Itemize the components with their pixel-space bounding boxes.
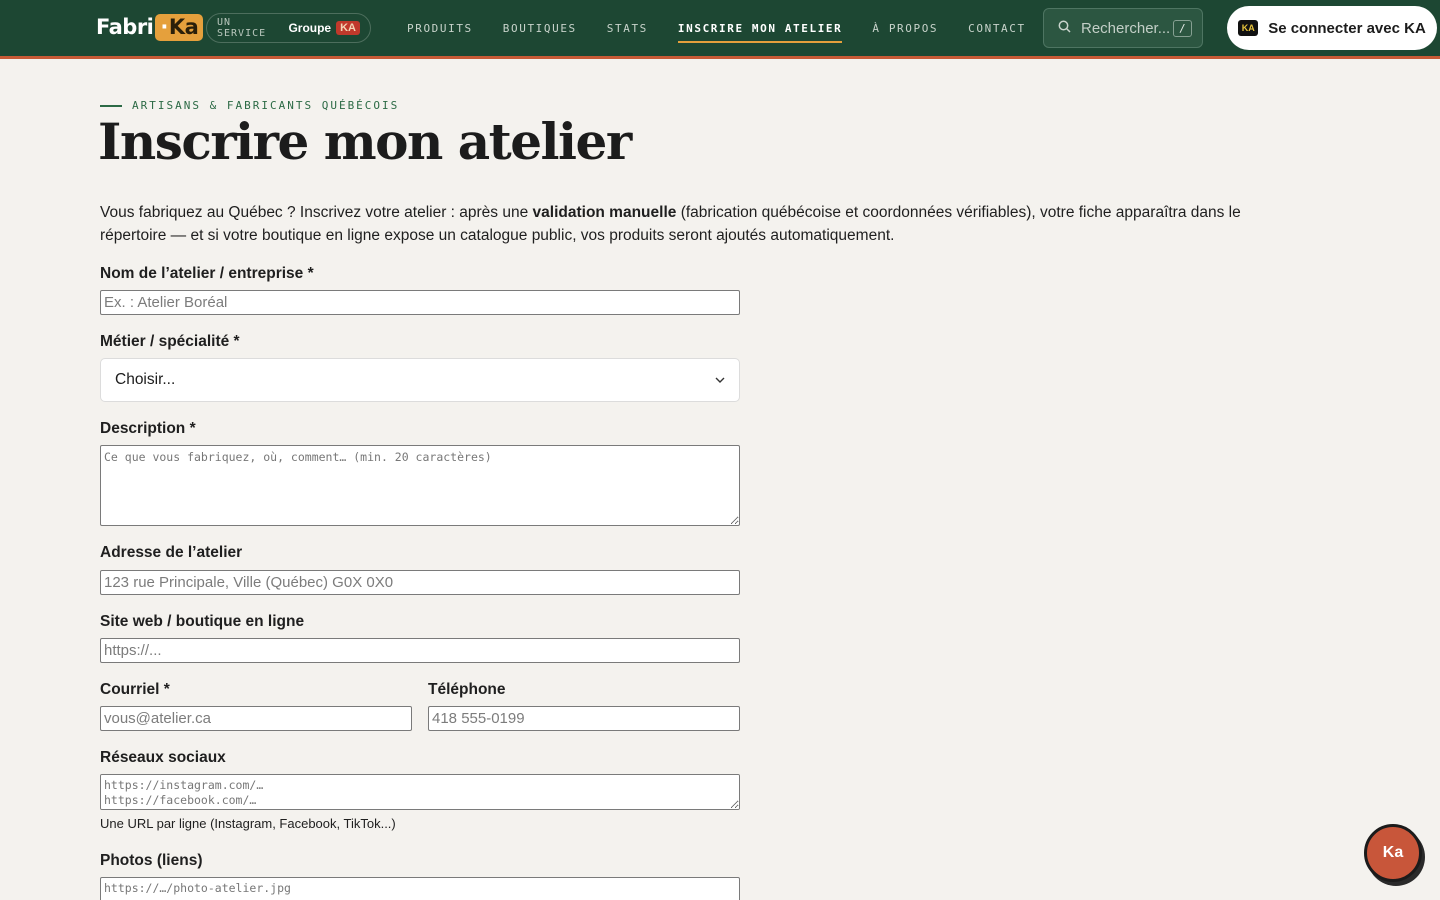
email-input[interactable] (100, 706, 412, 731)
address-input[interactable] (100, 570, 740, 595)
service-prefix: UN SERVICE (217, 17, 267, 39)
nav-inscrire-mon-atelier[interactable]: INSCRIRE MON ATELIER (677, 20, 843, 43)
social-label: Réseaux sociaux (100, 749, 226, 766)
login-with-ka-button[interactable]: KA Se connecter avec KA (1227, 6, 1437, 50)
main-nav: PRODUITS BOUTIQUES STATS INSCRIRE MON AT… (407, 0, 1056, 56)
atelier-name-input[interactable] (100, 290, 740, 315)
intro-paragraph: Vous fabriquez au Québec ? Inscrivez vot… (100, 204, 1241, 244)
photos-textarea[interactable] (100, 877, 740, 900)
description-label: Description * (100, 420, 196, 437)
search-shortcut-key: / (1173, 19, 1192, 37)
phone-input[interactable] (428, 706, 740, 731)
trade-label: Métier / spécialité * (100, 333, 240, 350)
phone-label: Téléphone (428, 681, 506, 698)
logo-text: Fabri (96, 15, 154, 39)
nav-a-propos[interactable]: À PROPOS (872, 20, 938, 37)
photos-label: Photos (liens) (100, 852, 203, 869)
search-input[interactable] (1081, 19, 1173, 37)
social-hint: Une URL par ligne (Instagram, Facebook, … (100, 816, 396, 831)
search-icon (1058, 20, 1071, 36)
website-label: Site web / boutique en ligne (100, 613, 305, 630)
nav-boutiques[interactable]: BOUTIQUES (503, 20, 577, 37)
login-label: Se connecter avec KA (1268, 19, 1426, 37)
ka-logo-icon: KA (1238, 20, 1259, 36)
page-eyebrow: ARTISANS & FABRICANTS QUÉBÉCOIS (100, 99, 399, 112)
search-box[interactable]: / (1043, 8, 1203, 48)
name-label: Nom de l’atelier / entreprise * (100, 265, 314, 282)
description-textarea[interactable] (100, 445, 740, 526)
service-group: Groupe (288, 21, 332, 35)
website-input[interactable] (100, 638, 740, 663)
social-links-textarea[interactable] (100, 774, 740, 810)
trade-select[interactable]: Choisir... (100, 358, 740, 402)
top-navigation-bar: Fabri · Ka UN SERVICE Groupe KA PRODUITS … (0, 0, 1440, 59)
chevron-down-icon (715, 374, 725, 386)
page-title: Inscrire mon atelier (98, 112, 632, 171)
nav-contact[interactable]: CONTACT (968, 20, 1026, 37)
eyebrow-text: ARTISANS & FABRICANTS QUÉBÉCOIS (132, 99, 400, 112)
logo-ka-box: · Ka (155, 13, 204, 41)
nav-stats[interactable]: STATS (607, 20, 648, 37)
site-logo[interactable]: Fabri · Ka (96, 12, 204, 42)
eyebrow-rule (100, 104, 122, 107)
nav-produits[interactable]: PRODUITS (407, 20, 473, 37)
trade-select-value: Choisir... (115, 371, 176, 388)
intro-bold: validation manuelle (532, 204, 677, 221)
service-ka-badge: KA (336, 21, 360, 35)
group-service-badge[interactable]: UN SERVICE Groupe KA (206, 13, 371, 43)
ka-assistant-button[interactable]: Ka (1364, 824, 1422, 882)
address-label: Adresse de l’atelier (100, 544, 243, 561)
email-label: Courriel * (100, 681, 170, 698)
